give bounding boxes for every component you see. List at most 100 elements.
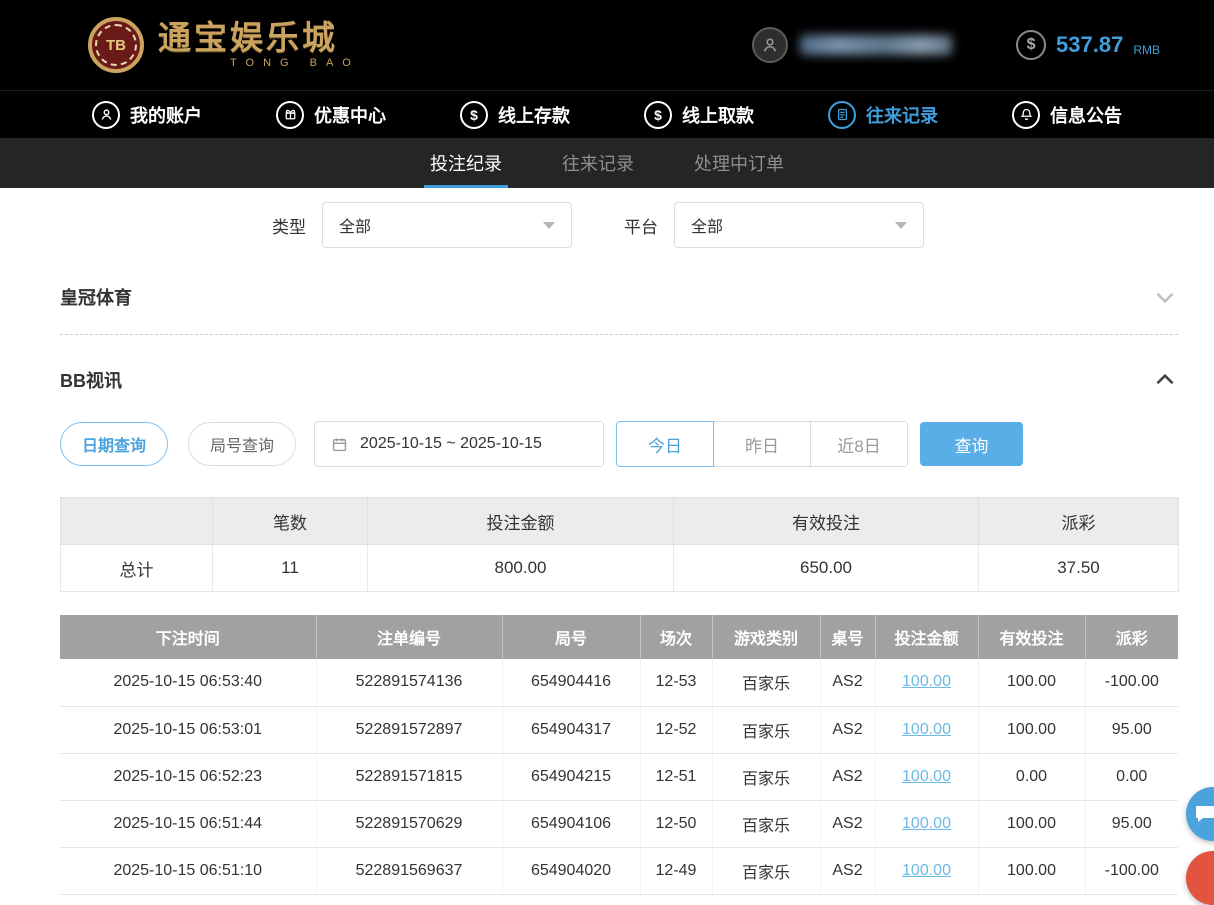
- bet-id-cell: 522891569637: [316, 847, 502, 894]
- nav-label: 线上存款: [498, 102, 570, 128]
- site-logo[interactable]: TB 通宝娱乐城 TONG BAO: [88, 17, 360, 73]
- filter-row: 类型 全部 平台 全部: [272, 202, 1178, 248]
- bet-time-cell: 2025-10-15 06:52:23: [60, 753, 316, 800]
- payout-cell: 95.00: [1085, 706, 1178, 753]
- nav-item-deposit[interactable]: $ 线上存款: [460, 101, 570, 129]
- tab-betting-records[interactable]: 投注纪录: [424, 138, 508, 188]
- payout-cell: 0.00: [1085, 753, 1178, 800]
- logo-chip-text: TB: [106, 37, 126, 54]
- bet-amount-link[interactable]: 100.00: [902, 862, 951, 879]
- game-cell: 百家乐: [712, 753, 820, 800]
- platform-label: 平台: [624, 213, 658, 238]
- summary-total-row: 总计 11 800.00 650.00 37.50: [61, 545, 1179, 592]
- nav-item-announcements[interactable]: 信息公告: [1012, 101, 1122, 129]
- dollar-icon: $: [1016, 30, 1046, 60]
- summary-header-bet: 投注金额: [368, 498, 674, 545]
- user-icon: [92, 101, 120, 129]
- section-bb-video: BB视讯: [60, 367, 1178, 393]
- bet-amount-link[interactable]: 100.00: [902, 815, 951, 832]
- nav-label: 信息公告: [1050, 102, 1122, 128]
- yesterday-button[interactable]: 昨日: [713, 421, 811, 467]
- tab-transaction-records[interactable]: 往来记录: [556, 138, 640, 188]
- dashed-separator: [60, 334, 1178, 335]
- table-no-cell: AS2: [820, 706, 875, 753]
- bet-id-cell: 522891571815: [316, 753, 502, 800]
- deposit-coin-icon: $: [460, 101, 488, 129]
- section-title-crown: 皇冠体育: [60, 284, 132, 310]
- nav-label: 我的账户: [130, 102, 202, 128]
- col-header-bet-id: 注单编号: [316, 615, 502, 659]
- logo-chip-icon: TB: [88, 17, 144, 73]
- main-nav: 我的账户 优惠中心 $ 线上存款 $ 线上取款 往来记录: [0, 90, 1214, 138]
- last8days-button[interactable]: 近8日: [810, 421, 908, 467]
- sub-nav: 投注纪录 往来记录 处理中订单: [0, 138, 1214, 188]
- chevron-up-icon[interactable]: [1152, 367, 1178, 393]
- session-cell: 12-51: [640, 753, 712, 800]
- payout-cell: -100.00: [1085, 847, 1178, 894]
- summary-header-empty: [61, 498, 213, 545]
- valid-bet-cell: 100.00: [978, 847, 1085, 894]
- round-cell: 654904317: [502, 706, 640, 753]
- valid-bet-cell: 100.00: [978, 800, 1085, 847]
- session-cell: 12-50: [640, 800, 712, 847]
- summary-payout-value: 37.50: [979, 545, 1179, 592]
- username-masked: [800, 35, 952, 55]
- user-area[interactable]: [752, 27, 952, 63]
- chevron-down-icon[interactable]: [1152, 284, 1178, 310]
- platform-select-value: 全部: [691, 213, 723, 237]
- date-range-picker[interactable]: 2025-10-15 ~ 2025-10-15: [314, 421, 604, 467]
- bet-time-cell: 2025-10-15 06:51:44: [60, 800, 316, 847]
- platform-select[interactable]: 全部: [674, 202, 924, 248]
- quick-range-group: 今日 昨日 近8日: [616, 421, 908, 467]
- nav-item-my-account[interactable]: 我的账户: [92, 101, 202, 129]
- balance-currency: RMB: [1133, 43, 1160, 60]
- bet-time-cell: 2025-10-15 06:51:10: [60, 847, 316, 894]
- bet-amount-link[interactable]: 100.00: [902, 721, 951, 738]
- nav-item-records[interactable]: 往来记录: [828, 101, 938, 129]
- game-cell: 百家乐: [712, 800, 820, 847]
- session-cell: 12-52: [640, 706, 712, 753]
- round-cell: 654904020: [502, 847, 640, 894]
- col-header-game-type: 游戏类别: [712, 615, 820, 659]
- summary-header-count: 笔数: [213, 498, 368, 545]
- bet-time-cell: 2025-10-15 06:53:40: [60, 659, 316, 706]
- type-select[interactable]: 全部: [322, 202, 572, 248]
- bet-id-cell: 522891572897: [316, 706, 502, 753]
- table-row: 2025-10-15 06:52:23 522891571815 6549042…: [60, 753, 1178, 800]
- nav-item-withdraw[interactable]: $ 线上取款: [644, 101, 754, 129]
- chevron-down-icon: [895, 222, 907, 229]
- top-header: TB 通宝娱乐城 TONG BAO $ 537.87 RMB: [0, 0, 1214, 90]
- table-no-cell: AS2: [820, 753, 875, 800]
- site-title: 通宝娱乐城: [158, 21, 360, 56]
- col-header-bet-time: 下注时间: [60, 615, 316, 659]
- bell-icon: [1012, 101, 1040, 129]
- records-icon: [828, 101, 856, 129]
- search-button[interactable]: 查询: [920, 422, 1023, 466]
- summary-bet-value: 800.00: [368, 545, 674, 592]
- today-button[interactable]: 今日: [616, 421, 714, 467]
- table-row: 2025-10-15 06:53:40 522891574136 6549044…: [60, 659, 1178, 706]
- nav-label: 优惠中心: [314, 102, 386, 128]
- nav-item-promotions[interactable]: 优惠中心: [276, 101, 386, 129]
- col-header-valid-bet: 有效投注: [978, 615, 1085, 659]
- tab-processing-orders[interactable]: 处理中订单: [688, 138, 790, 188]
- bet-amount-link[interactable]: 100.00: [902, 673, 951, 690]
- table-row: 2025-10-15 06:53:01 522891572897 6549043…: [60, 706, 1178, 753]
- valid-bet-cell: 100.00: [978, 659, 1085, 706]
- table-header-row: 下注时间 注单编号 局号 场次 游戏类别 桌号 投注金额 有效投注 派彩: [60, 615, 1178, 659]
- summary-table: 笔数 投注金额 有效投注 派彩 总计 11 800.00 650.00 37.5…: [60, 497, 1179, 592]
- col-header-table-no: 桌号: [820, 615, 875, 659]
- type-label: 类型: [272, 213, 306, 238]
- bet-records-table: 下注时间 注单编号 局号 场次 游戏类别 桌号 投注金额 有效投注 派彩 202…: [60, 615, 1178, 895]
- table-no-cell: AS2: [820, 659, 875, 706]
- round-query-button[interactable]: 局号查询: [188, 422, 296, 466]
- summary-valid-value: 650.00: [674, 545, 979, 592]
- table-row: 2025-10-15 06:51:10 522891569637 6549040…: [60, 847, 1178, 894]
- session-cell: 12-53: [640, 659, 712, 706]
- col-header-payout: 派彩: [1085, 615, 1178, 659]
- game-cell: 百家乐: [712, 847, 820, 894]
- balance-display[interactable]: $ 537.87 RMB: [1016, 30, 1160, 60]
- col-header-session: 场次: [640, 615, 712, 659]
- date-query-button[interactable]: 日期查询: [60, 422, 168, 466]
- bet-amount-link[interactable]: 100.00: [902, 768, 951, 785]
